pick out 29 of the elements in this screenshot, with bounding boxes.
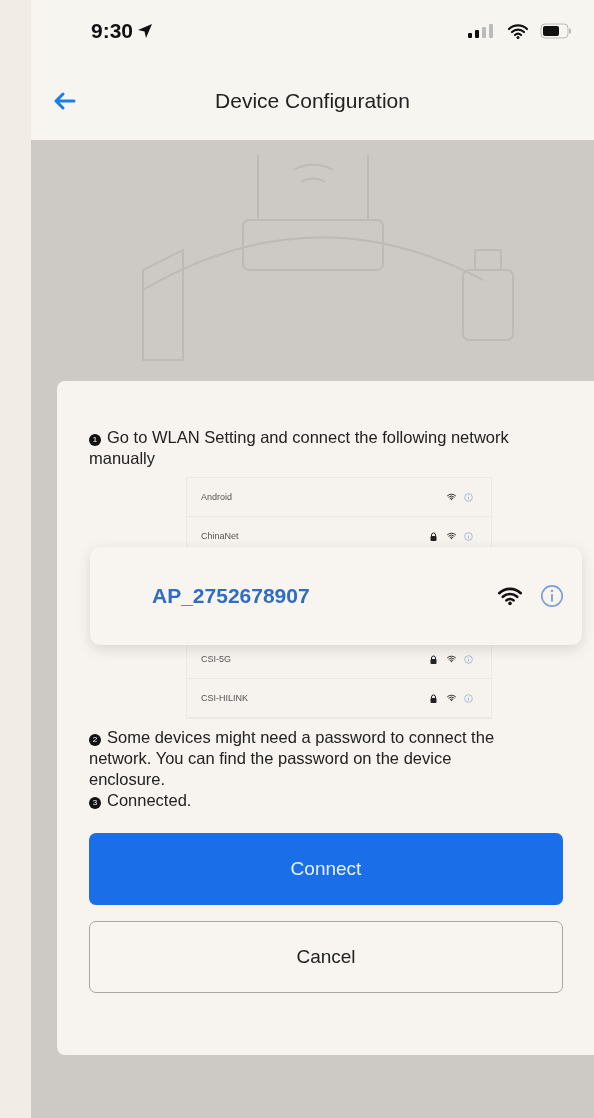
network-name: Android <box>201 492 234 502</box>
info-icon[interactable] <box>464 693 473 703</box>
step-text: 2 Some devices might need a password to connect the network. You can find the password on the device enclosure. <box>89 727 496 790</box>
network-name: AP_2752678907 <box>152 584 311 608</box>
step-text: 1 Go to WLAN Setting and connect the following network manually <box>89 427 510 469</box>
wifi-icon <box>447 493 456 501</box>
cancel-button[interactable]: Cancel <box>89 921 563 993</box>
network-name: CSI-5G <box>201 654 232 664</box>
info-icon[interactable] <box>540 584 564 608</box>
wifi-icon <box>508 23 528 39</box>
info-icon[interactable] <box>464 654 473 664</box>
wifi-icon <box>447 694 456 702</box>
step-text: 3 Connected. <box>89 790 514 811</box>
battery-icon <box>540 23 572 39</box>
connect-button[interactable]: Connect <box>89 833 563 905</box>
info-icon[interactable] <box>464 531 473 541</box>
network-name: ChinaNet <box>201 531 240 541</box>
nav-title: Device Configuration <box>215 89 410 113</box>
info-icon[interactable] <box>464 492 473 502</box>
network-name: CSI-HILINK <box>201 693 249 703</box>
lock-icon <box>430 654 437 664</box>
wifi-icon <box>447 532 456 540</box>
cellular-signal-icon <box>468 23 496 39</box>
wifi-icon <box>498 586 522 606</box>
location-arrow-icon <box>137 23 154 39</box>
lock-icon <box>430 531 437 541</box>
status-time: 9:30 <box>91 19 154 43</box>
lock-icon <box>430 693 437 703</box>
wifi-icon <box>447 655 456 663</box>
